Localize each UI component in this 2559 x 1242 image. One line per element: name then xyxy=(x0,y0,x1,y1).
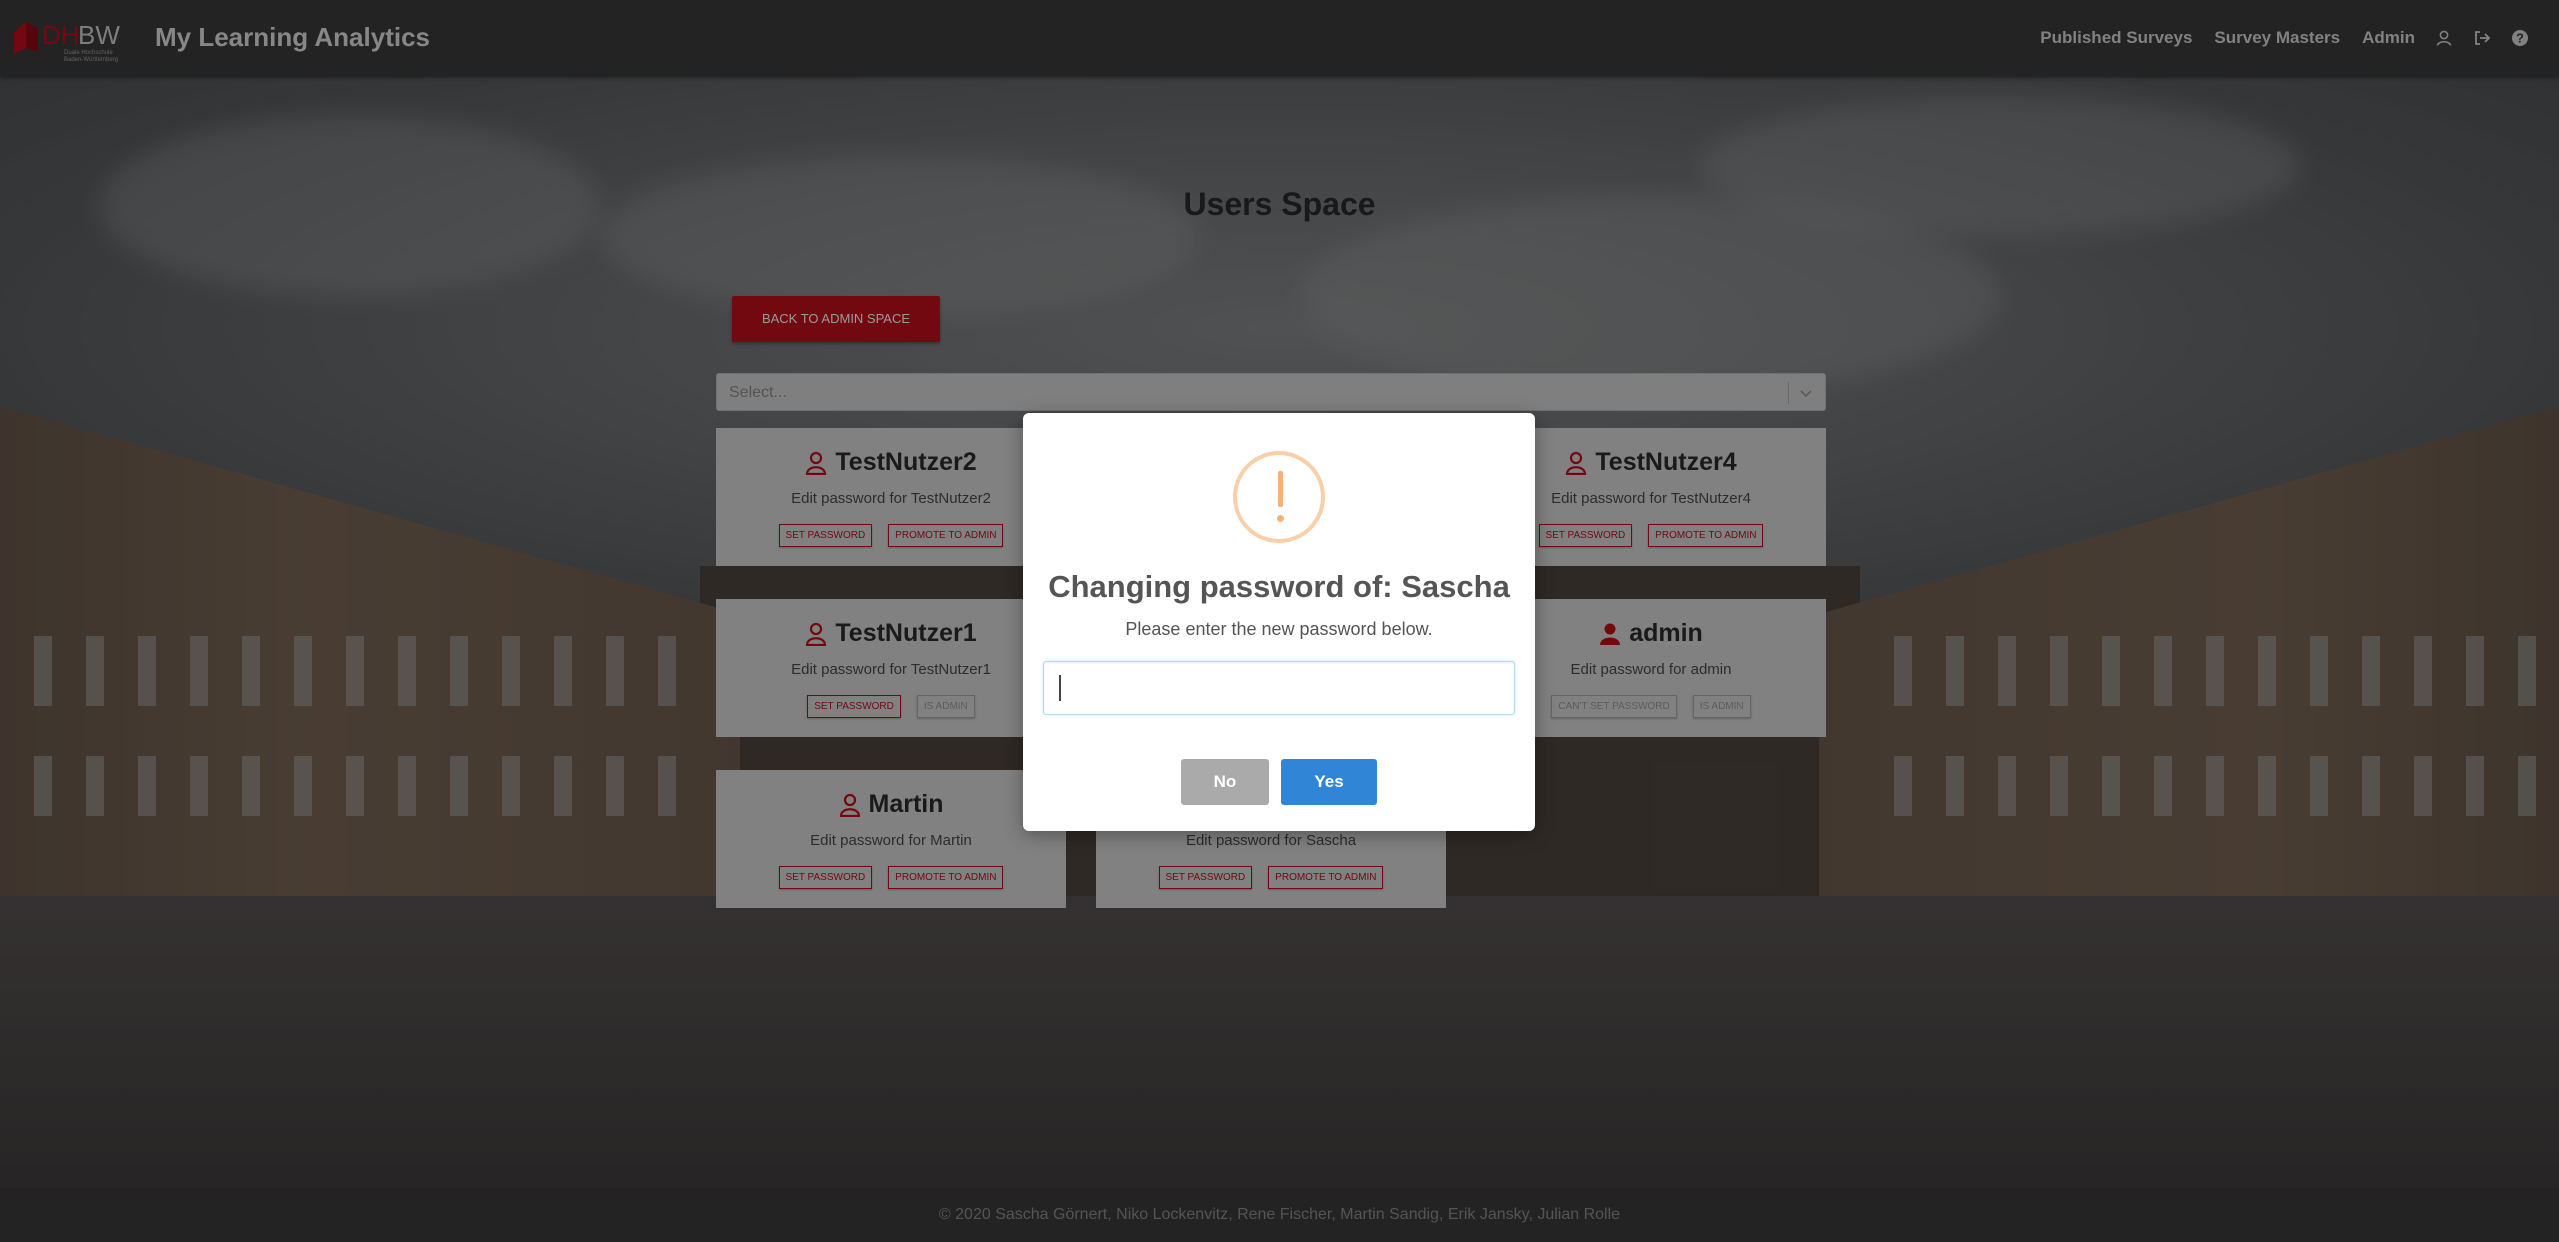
new-password-input[interactable] xyxy=(1043,661,1515,715)
no-button[interactable]: No xyxy=(1181,759,1269,805)
warning-icon xyxy=(1233,451,1325,543)
dialog-message: Please enter the new password below. xyxy=(1125,619,1433,639)
text-caret xyxy=(1059,675,1061,701)
change-password-dialog: Changing password of: Sascha Please ente… xyxy=(1023,413,1535,831)
yes-button[interactable]: Yes xyxy=(1281,759,1377,805)
dialog-title: Changing password of: Sascha xyxy=(1048,569,1510,604)
